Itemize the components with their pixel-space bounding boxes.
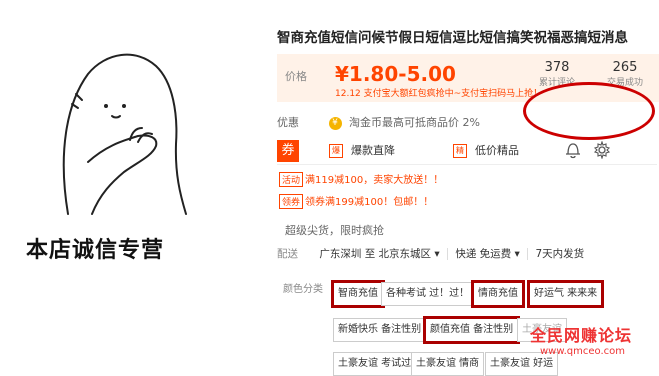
sku-option-looks[interactable]: 颜值充值 备注性别	[422, 316, 521, 344]
tab-hot-sale[interactable]: 爆爆款直降	[329, 142, 395, 158]
sku-option-wedding[interactable]: 新婚快乐 备注性别	[333, 318, 427, 342]
discount-row: 优惠 ¥ 淘金币最高可抵商品价 2%	[277, 114, 480, 130]
sku-option-tuhao-exam[interactable]: 土豪友谊 考试过	[333, 352, 417, 376]
ship-to-select[interactable]: 北京东城区 ▾	[379, 248, 440, 260]
ship-days: 7天内发货	[535, 248, 585, 260]
gear-icon[interactable]	[593, 141, 611, 159]
price-label: 价格	[285, 70, 307, 83]
sku-option-tuhao-eq[interactable]: 土豪友谊 情商	[411, 352, 485, 376]
reviews-count: 378	[544, 60, 570, 75]
activity-tag: 活动	[279, 172, 304, 187]
ship-method-select[interactable]: 快递 免运费 ▾	[455, 248, 519, 260]
store-slogan: 本店诚信专营	[26, 238, 165, 263]
product-title: 智商充值短信问候节假日短信逗比短信搞笑祝福恶搞短消息	[277, 30, 628, 46]
coupon-row-claim[interactable]: 领券 领券满199减100！包邮！！	[279, 193, 433, 209]
watermark-url: www.qmceo.com	[540, 346, 626, 357]
sku-option-iq[interactable]: 智商充值	[331, 280, 385, 308]
bell-icon[interactable]	[565, 141, 581, 159]
claim-tag: 领券	[279, 194, 304, 209]
flash-sale-text: 超级尖货，限时疯抢	[285, 224, 384, 237]
coupon-tabbar: 爆爆款直降 精低价精品	[277, 138, 657, 165]
color-label: 颜色分类	[283, 284, 323, 295]
shipping-row: 配送 广东深圳 至 北京东城区 ▾ 快递 免运费 ▾ 7天内发货	[277, 246, 584, 261]
fine-icon: 精	[453, 144, 467, 158]
coupon-row-activity[interactable]: 活动 满119减100，卖家大放送！！	[279, 171, 443, 187]
price-box: 价格 ¥1.80-5.00 12.12 支付宝大额红包疯抢中~支付宝扫码马上抢！…	[277, 54, 659, 140]
ship-to-prefix: 至	[364, 248, 376, 260]
product-panel: 智商充值短信问候节假日短信逗比短信搞笑祝福恶搞短消息 价格 ¥1.80-5.00…	[271, 0, 659, 376]
highlight-oval	[523, 82, 655, 140]
ship-from: 广东深圳	[319, 248, 362, 260]
taojinbi-icon: ¥	[328, 116, 342, 130]
tab-fine-goods[interactable]: 精低价精品	[453, 142, 519, 158]
meme-character-image	[62, 53, 187, 215]
shipping-label: 配送	[277, 248, 298, 260]
sku-option-eq[interactable]: 情商充值	[471, 280, 525, 308]
sku-option-luck[interactable]: 好运气 来来来	[526, 280, 605, 308]
sku-option-exam[interactable]: 各种考试 过！过！	[381, 282, 475, 306]
discount-text: 淘金币最高可抵商品价 2%	[349, 116, 480, 129]
watermark-name: 全民网赚论坛	[530, 326, 633, 345]
discount-label: 优惠	[277, 116, 299, 129]
price-value: ¥1.80-5.00	[335, 62, 456, 86]
coupon-badge: 券	[277, 140, 299, 162]
hot-icon: 爆	[329, 144, 343, 158]
promo-link[interactable]: 12.12 支付宝大额红包疯抢中~支付宝扫码马上抢！	[335, 86, 542, 99]
sales-count: 265	[612, 60, 638, 75]
meme-panel: 本店诚信专营	[0, 0, 262, 367]
